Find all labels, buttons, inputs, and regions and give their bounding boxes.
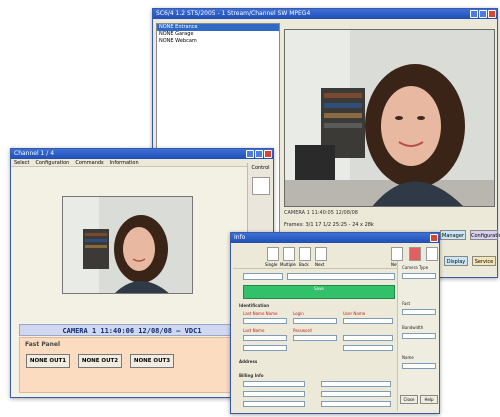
camera-list-item[interactable]: NONE Garage [157, 31, 279, 38]
name-field[interactable] [287, 273, 395, 280]
camera-type-select[interactable] [402, 273, 436, 279]
none-out2-button[interactable]: NONE OUT2 [78, 354, 122, 368]
minimize-icon[interactable] [470, 10, 478, 18]
live-video-small [62, 196, 193, 294]
window-title: SC6/4 1.2 STS/2005 - 1 Stream/Channel SW… [156, 10, 311, 17]
menu-bar: Select Configuration Commands Informatio… [11, 159, 273, 167]
input-field[interactable] [243, 381, 305, 387]
display-button[interactable]: Display [444, 256, 468, 266]
input-field[interactable] [343, 345, 393, 351]
multiple-icon[interactable] [283, 247, 295, 261]
tool-label: Next [315, 262, 325, 267]
input-field[interactable] [343, 318, 393, 324]
new-icon[interactable] [391, 247, 403, 261]
dialog-right-panel: Camera Type Fast Bandwidth Name Close He… [397, 261, 439, 411]
input-field[interactable] [321, 381, 391, 387]
section-billing: Billing Info [239, 373, 264, 378]
maximize-icon[interactable] [479, 10, 487, 18]
input-field[interactable] [243, 391, 305, 397]
menu-configuration[interactable]: Configuration [35, 159, 69, 166]
close-icon[interactable] [430, 234, 438, 242]
back-icon[interactable] [299, 247, 311, 261]
none-out3-button[interactable]: NONE OUT3 [130, 354, 174, 368]
menu-select[interactable]: Select [14, 159, 29, 166]
name-right-field[interactable] [402, 363, 436, 369]
window-titlebar[interactable]: Channel 1 / 4 [11, 149, 273, 159]
menu-commands[interactable]: Commands [75, 159, 103, 166]
input-field[interactable] [321, 401, 391, 407]
close-button[interactable]: Close [400, 395, 418, 404]
field-label: Last Name [243, 328, 265, 333]
delete-icon[interactable] [426, 247, 438, 261]
input-field[interactable] [293, 318, 337, 324]
tool-label: Multiple [280, 262, 296, 267]
fast-field[interactable] [402, 309, 436, 315]
tool-label: Single [265, 262, 278, 267]
time-display: CAMERA 1 11:40:06 12/08/08 — VDC1 [19, 324, 245, 336]
field-label: User Name [343, 311, 366, 316]
help-button[interactable]: Help [420, 395, 438, 404]
dialog-title: Info [234, 234, 246, 241]
right-label: Fast [402, 301, 411, 306]
save-bar[interactable]: Save [243, 285, 395, 299]
modify-icon[interactable] [409, 247, 421, 261]
field-label: Login [293, 311, 304, 316]
right-label: Camera Type [402, 265, 429, 270]
live-video-large [284, 29, 495, 207]
section-address: Address [239, 359, 258, 364]
fast-panel: Fast Panel NONE OUT1 NONE OUT2 NONE OUT3 [19, 337, 245, 393]
video-caption: CAMERA 1 11:40:05 12/08/08 [284, 210, 358, 216]
manager-button[interactable]: Manager [440, 230, 466, 240]
input-field[interactable] [243, 345, 287, 351]
configuration-button[interactable]: Configuration [470, 230, 500, 240]
tool-label: Back [299, 262, 309, 267]
section-identification: Identification [239, 303, 270, 308]
info-dialog: Info Single Multiple Back Next New Modif… [230, 232, 440, 414]
right-label: Bandwidth [402, 325, 424, 330]
close-icon[interactable] [488, 10, 496, 18]
window-titlebar[interactable]: SC6/4 1.2 STS/2005 - 1 Stream/Channel SW… [153, 9, 497, 19]
none-out1-button[interactable]: NONE OUT1 [26, 354, 70, 368]
menu-information[interactable]: Information [110, 159, 139, 166]
service-button[interactable]: Service [472, 256, 496, 266]
input-field[interactable] [243, 335, 287, 341]
stream-status: Frames: 3/1 17 1/2 25:25 - 24 x 28k [284, 222, 374, 228]
field-label: Last Name Name [243, 311, 278, 316]
close-icon[interactable] [264, 150, 272, 158]
camera-list-item[interactable]: NONE Entrance [157, 24, 279, 31]
single-icon[interactable] [267, 247, 279, 261]
field-label: Password [293, 328, 312, 333]
input-field[interactable] [343, 335, 393, 341]
fast-panel-title: Fast Panel [25, 341, 61, 348]
input-field[interactable] [243, 401, 305, 407]
control-label: Control [251, 165, 270, 171]
woman-webcam-image [285, 30, 494, 206]
ptz-control-icon[interactable] [251, 177, 270, 195]
camera-list-item[interactable]: NONE Webcam [157, 38, 279, 45]
input-field[interactable] [293, 335, 337, 341]
save-label: Save [314, 286, 324, 291]
right-label: Name [402, 355, 414, 360]
input-field[interactable] [243, 318, 287, 324]
window-title: Channel 1 / 4 [14, 150, 55, 157]
dialog-titlebar[interactable]: Info [231, 233, 439, 243]
bandwidth-field[interactable] [402, 333, 436, 339]
woman-webcam-image [63, 197, 192, 293]
input-field[interactable] [321, 391, 391, 397]
id-field[interactable] [243, 273, 283, 280]
next-icon[interactable] [315, 247, 327, 261]
minimize-icon[interactable] [246, 150, 254, 158]
maximize-icon[interactable] [255, 150, 263, 158]
